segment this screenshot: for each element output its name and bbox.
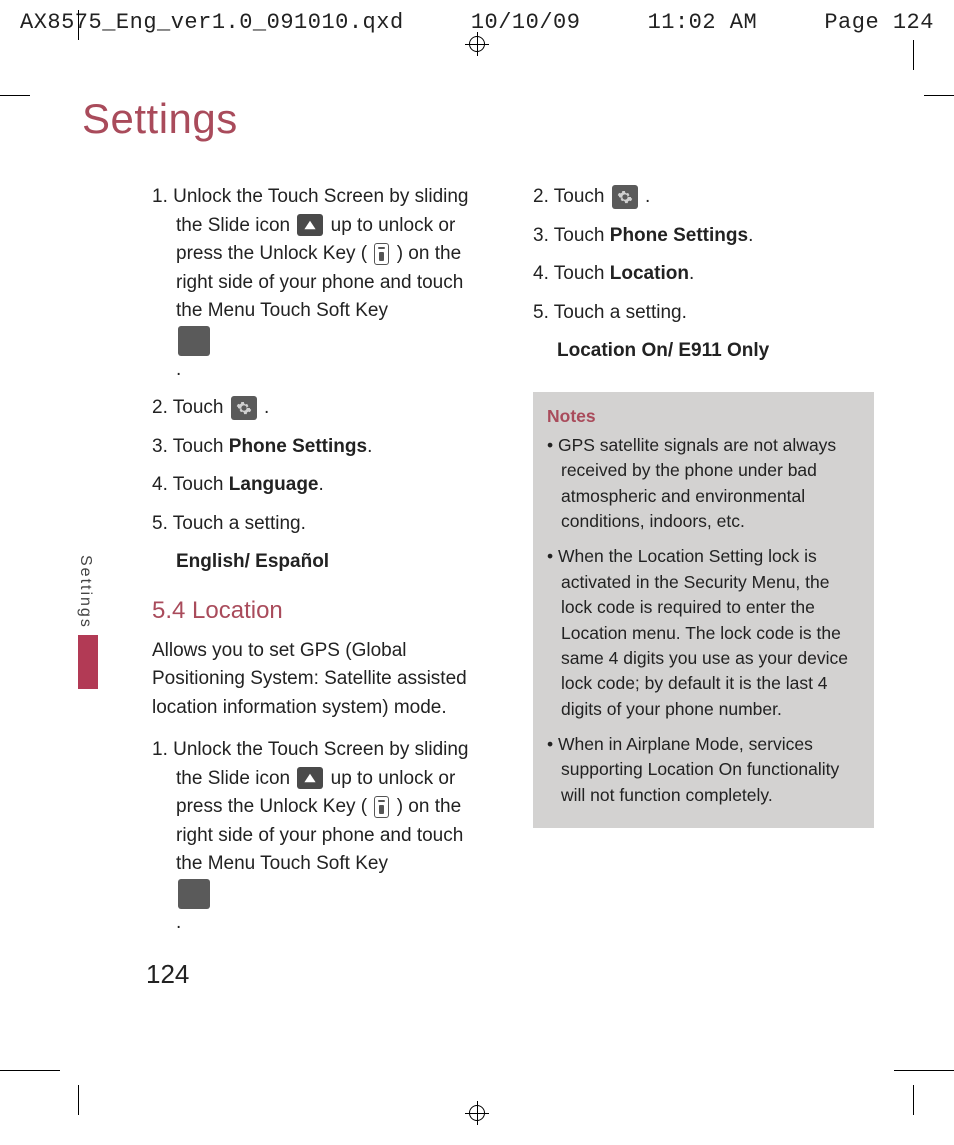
column-right: 2. Touch . 3. Touch Phone Settings. 4. T… xyxy=(533,183,874,994)
unlock-key-icon xyxy=(374,796,389,818)
side-tab-label: Settings xyxy=(76,555,94,629)
note-item: • GPS satellite signals are not always r… xyxy=(547,433,860,535)
list-item: 2. Touch . xyxy=(152,394,493,423)
notes-title: Notes xyxy=(547,404,860,429)
slide-up-icon xyxy=(297,767,323,789)
page-number: 124 xyxy=(146,955,493,994)
notes-box: Notes • GPS satellite signals are not al… xyxy=(533,392,874,829)
registration-mark-bottom xyxy=(469,1105,485,1121)
list-item: 5. Touch a setting. xyxy=(533,299,874,328)
list-item: 1. Unlock the Touch Screen by sliding th… xyxy=(152,183,493,384)
preflight-header: AX8575_Eng_ver1.0_091010.qxd 10/10/09 11… xyxy=(0,0,954,35)
header-time: 11:02 AM xyxy=(648,10,758,35)
list-item: 2. Touch . xyxy=(533,183,874,212)
header-date: 10/10/09 xyxy=(471,10,581,35)
location-options: Location On/ E911 Only xyxy=(557,337,874,366)
list-item: 4. Touch Language. xyxy=(152,471,493,500)
side-tab-bar xyxy=(78,635,98,689)
list-item: 3. Touch Phone Settings. xyxy=(533,222,874,251)
unlock-key-icon xyxy=(374,243,389,265)
note-item: • When the Location Setting lock is acti… xyxy=(547,544,860,722)
note-item: • When in Airplane Mode, services suppor… xyxy=(547,732,860,808)
menu-soft-key-icon xyxy=(178,879,210,909)
section-5-4-heading: 5.4 Location xyxy=(152,593,493,629)
menu-soft-key-icon xyxy=(178,326,210,356)
crop-mark xyxy=(78,1085,79,1115)
gear-icon xyxy=(231,396,257,420)
page-title: Settings xyxy=(82,95,874,143)
column-left: 1. Unlock the Touch Screen by sliding th… xyxy=(82,183,493,994)
side-tab: Settings xyxy=(76,555,98,689)
header-pageref: Page 124 xyxy=(824,10,934,35)
language-options: English/ Español xyxy=(176,548,493,577)
gear-icon xyxy=(612,185,638,209)
location-description: Allows you to set GPS (Global Positionin… xyxy=(152,637,493,723)
list-item: 4. Touch Location. xyxy=(533,260,874,289)
crop-mark xyxy=(913,1085,914,1115)
list-item: 1. Unlock the Touch Screen by sliding th… xyxy=(152,736,493,937)
crop-mark xyxy=(0,1070,60,1071)
list-item: 5. Touch a setting. xyxy=(152,510,493,539)
list-item: 3. Touch Phone Settings. xyxy=(152,433,493,462)
crop-mark xyxy=(894,1070,954,1071)
slide-up-icon xyxy=(297,214,323,236)
page-body: Settings Settings 1. Unlock the Touch Sc… xyxy=(0,35,954,1014)
